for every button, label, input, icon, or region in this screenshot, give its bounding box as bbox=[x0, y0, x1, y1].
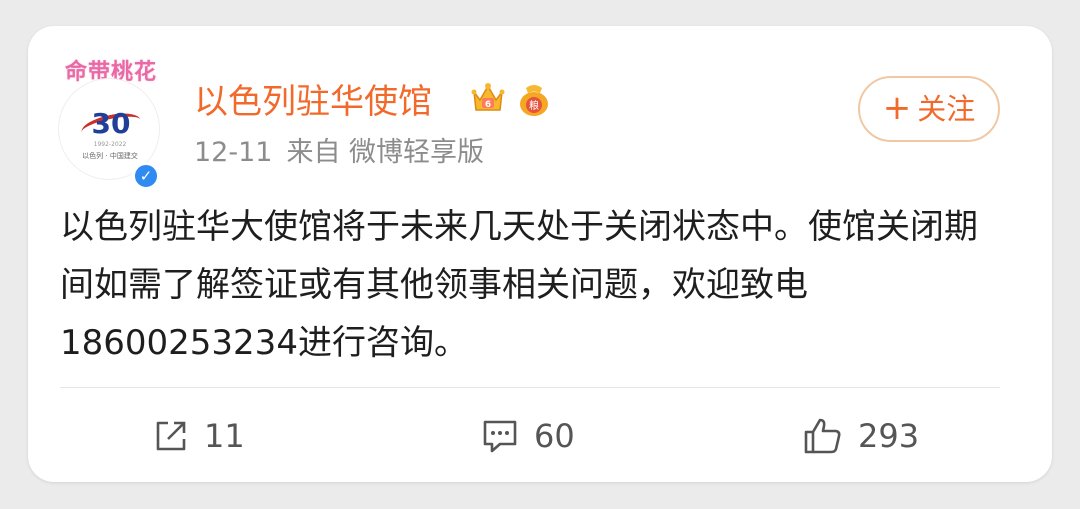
user-name[interactable]: 以色列驻华使馆 bbox=[194, 80, 432, 124]
grain-bag-icon[interactable]: 粮 bbox=[516, 80, 552, 118]
verified-badge-icon: ✓ bbox=[132, 162, 160, 190]
post-source[interactable]: 来自 微博轻享版 bbox=[286, 137, 484, 168]
emblem-caption: 以色列 · 中国建交 bbox=[82, 152, 138, 160]
repost-count: 11 bbox=[204, 417, 245, 455]
thumbs-up-icon bbox=[804, 418, 841, 454]
emblem-number: 30 bbox=[91, 107, 131, 140]
follow-label: 关注 bbox=[917, 92, 976, 126]
repost-icon bbox=[156, 421, 186, 451]
like-count: 293 bbox=[858, 417, 920, 455]
post-meta: 12-11 来自 微博轻享版 bbox=[194, 134, 498, 172]
crown-level-label: 6 bbox=[485, 100, 491, 110]
repost-button[interactable]: 11 bbox=[152, 406, 245, 466]
follow-button[interactable]: + 关注 bbox=[858, 76, 1000, 142]
plus-icon: + bbox=[882, 88, 912, 128]
crown-icon[interactable]: 6 bbox=[470, 80, 506, 118]
emblem-years: 1992-2022 bbox=[93, 141, 127, 148]
divider bbox=[60, 387, 1000, 388]
post-date: 12-11 bbox=[194, 137, 273, 168]
like-button[interactable]: 293 bbox=[802, 406, 919, 466]
weibo-post-card: 命带桃花 30 1992-2022 以色列 · 中国建交 ✓ 以色列驻华使馆 6… bbox=[28, 26, 1052, 482]
comment-icon bbox=[483, 420, 517, 453]
comment-count: 60 bbox=[534, 417, 575, 455]
grain-bag-label: 粮 bbox=[529, 99, 539, 112]
action-bar: 11 60 293 bbox=[28, 406, 1052, 466]
avatar[interactable]: 命带桃花 30 1992-2022 以色列 · 中国建交 ✓ bbox=[54, 54, 168, 194]
comment-button[interactable]: 60 bbox=[480, 406, 575, 466]
post-content: 以色列驻华大使馆将于未来几天处于关闭状态中。使馆关闭期间如需了解签证或有其他领事… bbox=[60, 207, 978, 363]
